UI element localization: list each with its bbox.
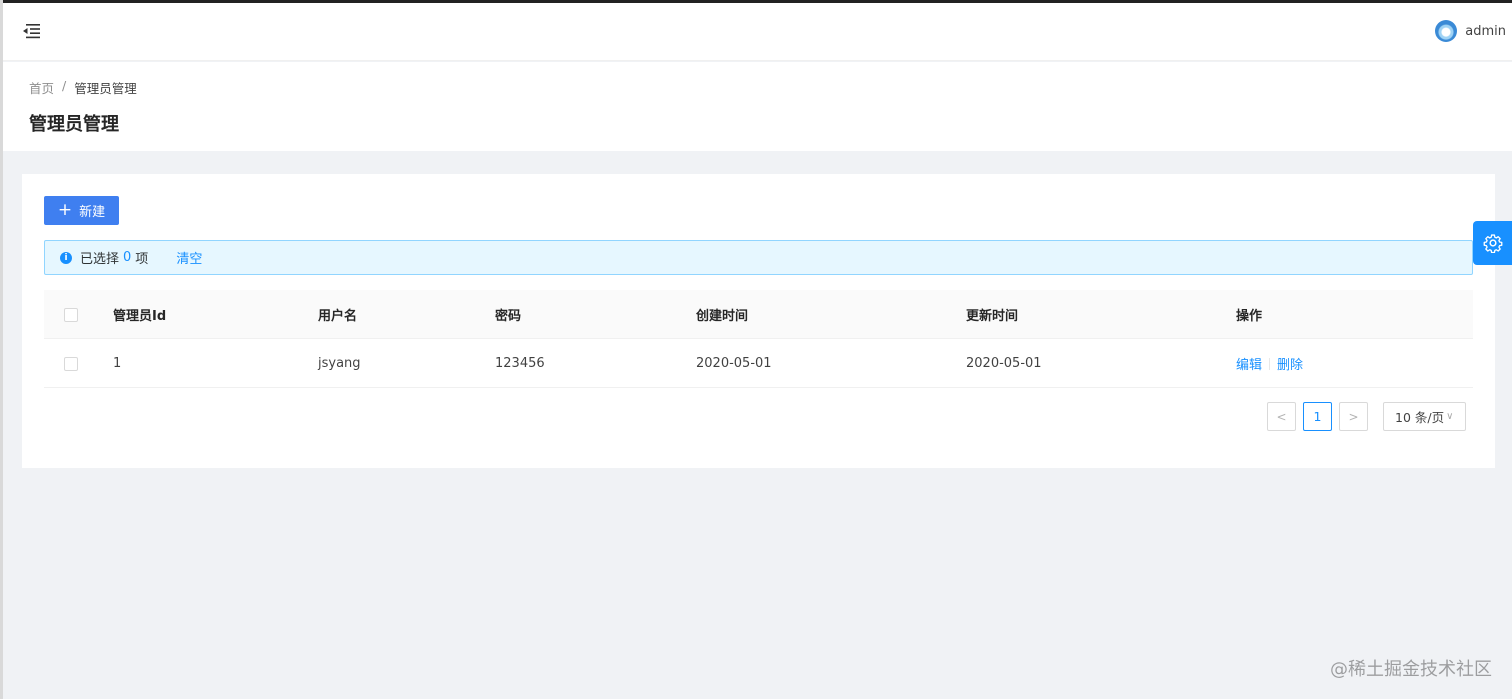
content-card: + 新建 i 已选择 0 项 清空 管理员Id 用户名 密码 创建时间 更新时间…: [22, 174, 1495, 468]
selection-count: 0: [123, 250, 132, 265]
gear-icon: [1483, 234, 1502, 253]
select-all-checkbox[interactable]: [64, 307, 78, 322]
page-header: 首页 / 管理员管理 管理员管理: [3, 62, 1512, 151]
page-size-select[interactable]: 10 条/页 ∨: [1383, 402, 1466, 431]
user-menu[interactable]: admin: [1435, 20, 1506, 42]
admin-table: 管理员Id 用户名 密码 创建时间 更新时间 操作 1 jsyang 12345…: [44, 290, 1473, 388]
clear-selection-link[interactable]: 清空: [176, 248, 202, 267]
menu-fold-icon[interactable]: [22, 23, 40, 39]
column-header-updated: 更新时间: [966, 309, 1019, 324]
selection-suffix: 项: [135, 252, 149, 267]
edit-link[interactable]: 编辑: [1236, 354, 1262, 373]
selection-alert: i 已选择 0 项 清空: [44, 240, 1473, 275]
row-checkbox[interactable]: [64, 356, 78, 371]
new-button-label: 新建: [79, 205, 106, 220]
next-page-button[interactable]: >: [1339, 402, 1368, 431]
action-divider: [1269, 357, 1271, 370]
cell-username: jsyang: [318, 356, 361, 371]
plus-icon: +: [57, 200, 73, 220]
avatar: [1435, 20, 1458, 42]
username: admin: [1465, 23, 1506, 39]
column-header-actions: 操作: [1236, 309, 1263, 324]
watermark: @稀土掘金技术社区: [1330, 659, 1492, 680]
cell-id: 1: [113, 356, 122, 371]
cell-actions: 编辑 删除: [1236, 339, 1303, 388]
prev-page-button[interactable]: <: [1267, 402, 1296, 431]
top-header: admin: [3, 3, 1512, 61]
cell-created: 2020-05-01: [696, 356, 772, 371]
delete-link[interactable]: 删除: [1277, 354, 1303, 373]
new-button[interactable]: + 新建: [44, 196, 119, 225]
breadcrumb: 首页 / 管理员管理: [29, 78, 137, 97]
breadcrumb-current: 管理员管理: [74, 81, 137, 96]
column-header-password: 密码: [495, 309, 522, 324]
column-header-id: 管理员Id: [113, 309, 167, 324]
page-size-value: 10 条/页: [1395, 410, 1445, 425]
page-1-button[interactable]: 1: [1303, 402, 1332, 431]
chevron-down-icon: ∨: [1446, 411, 1454, 422]
info-icon: i: [60, 251, 72, 264]
column-header-created: 创建时间: [696, 309, 749, 324]
breadcrumb-separator: /: [62, 78, 67, 93]
table-row: 1 jsyang 123456 2020-05-01 2020-05-01 编辑…: [44, 339, 1473, 388]
selection-prefix: 已选择: [80, 252, 120, 267]
cell-updated: 2020-05-01: [966, 356, 1042, 371]
settings-drawer-button[interactable]: [1473, 221, 1512, 265]
column-header-username: 用户名: [318, 309, 358, 324]
cell-password: 123456: [495, 356, 545, 371]
breadcrumb-home[interactable]: 首页: [29, 78, 54, 97]
page-title: 管理员管理: [29, 114, 119, 135]
table-header: 管理员Id 用户名 密码 创建时间 更新时间 操作: [44, 290, 1473, 339]
